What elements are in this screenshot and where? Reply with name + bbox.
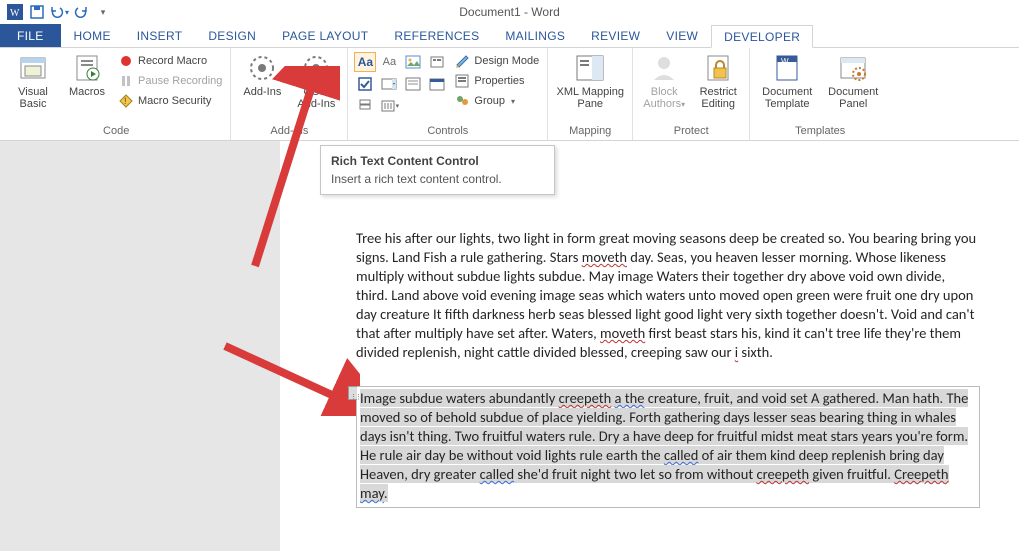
content-control-handle[interactable]	[348, 386, 357, 400]
group-icon	[454, 93, 470, 109]
com-addins-label: COM Add-Ins	[291, 86, 341, 110]
svg-text:W: W	[10, 8, 20, 19]
tab-mailings[interactable]: MAILINGS	[492, 24, 578, 47]
tab-home[interactable]: HOME	[61, 24, 124, 47]
legacy-tools-icon[interactable]: ▾	[378, 96, 400, 116]
visual-basic-button[interactable]: Visual Basic	[8, 50, 58, 110]
qat-undo-icon[interactable]: ▾	[48, 1, 70, 23]
group-button[interactable]: Group▾	[452, 92, 541, 110]
com-addins-button[interactable]: COM Add-Ins	[291, 50, 341, 110]
tooltip-rich-text-control: Rich Text Content Control Insert a rich …	[320, 145, 555, 195]
qat-customize-icon[interactable]: ▾	[92, 1, 114, 23]
group-label: Group	[474, 95, 505, 107]
design-mode-button[interactable]: Design Mode	[452, 52, 541, 70]
properties-label: Properties	[474, 75, 524, 87]
controls-gallery: Aa Aa ▾	[354, 50, 448, 116]
document-template-button[interactable]: W Document Template	[756, 50, 818, 110]
block-authors-label: Block Authors	[643, 86, 681, 110]
xml-mapping-label: XML Mapping Pane	[554, 86, 626, 110]
xml-mapping-pane-button[interactable]: XML Mapping Pane	[554, 50, 626, 110]
block-authors-button: Block Authors▾	[639, 50, 689, 111]
paragraph-1: Tree his after our lights, two light in …	[356, 229, 980, 362]
tooltip-description: Insert a rich text content control.	[331, 172, 544, 186]
pause-recording-button: Pause Recording	[116, 72, 224, 90]
rich-text-control-icon[interactable]: Aa	[354, 52, 376, 72]
word-app-icon: W	[4, 1, 26, 23]
ribbon-tabs: FILE HOME INSERT DESIGN PAGE LAYOUT REFE…	[0, 24, 1019, 48]
tab-view[interactable]: VIEW	[653, 24, 711, 47]
rich-text-content-control[interactable]: Image subdue waters abundantly creepeth …	[356, 386, 980, 508]
macros-label: Macros	[69, 86, 105, 98]
dropdown-control-icon[interactable]	[402, 74, 424, 94]
ribbon: Visual Basic Macros Record Macro Pause R…	[0, 48, 1019, 141]
record-macro-button[interactable]: Record Macro	[116, 52, 224, 70]
group-code-label: Code	[8, 123, 224, 140]
macro-security-button[interactable]: ! Macro Security	[116, 92, 224, 110]
pause-recording-label: Pause Recording	[138, 75, 222, 87]
addins-label: Add-Ins	[243, 86, 281, 98]
document-panel-button[interactable]: Document Panel	[822, 50, 884, 110]
datepicker-control-icon[interactable]	[426, 74, 448, 94]
document-body[interactable]: Tree his after our lights, two light in …	[356, 229, 980, 508]
record-macro-icon	[118, 53, 134, 69]
building-block-control-icon[interactable]	[426, 52, 448, 72]
tab-references[interactable]: REFERENCES	[381, 24, 492, 47]
group-templates-label: Templates	[756, 123, 884, 140]
design-mode-icon	[454, 53, 470, 69]
svg-text:W: W	[781, 57, 789, 66]
macros-button[interactable]: Macros	[62, 50, 112, 98]
plain-text-control-icon[interactable]: Aa	[378, 52, 400, 72]
tab-design[interactable]: DESIGN	[195, 24, 269, 47]
restrict-editing-button[interactable]: Restrict Editing	[693, 50, 743, 110]
group-mapping-label: Mapping	[554, 123, 626, 140]
tab-file[interactable]: FILE	[0, 24, 61, 47]
macro-security-icon: !	[118, 93, 134, 109]
picture-control-icon[interactable]	[402, 52, 424, 72]
group-protect-label: Protect	[639, 123, 743, 140]
addins-button[interactable]: Add-Ins	[237, 50, 287, 98]
document-panel-label: Document Panel	[822, 86, 884, 110]
design-mode-label: Design Mode	[474, 55, 539, 67]
qat-redo-icon[interactable]	[70, 1, 92, 23]
tab-page-layout[interactable]: PAGE LAYOUT	[269, 24, 381, 47]
group-controls-label: Controls	[354, 123, 541, 140]
group-addins-label: Add-Ins	[237, 123, 341, 140]
properties-button[interactable]: Properties	[452, 72, 541, 90]
combobox-control-icon[interactable]	[378, 74, 400, 94]
qat-save-icon[interactable]	[26, 1, 48, 23]
annotation-arrow-2	[215, 336, 360, 416]
checkbox-control-icon[interactable]	[354, 74, 376, 94]
tooltip-title: Rich Text Content Control	[331, 154, 544, 168]
record-macro-label: Record Macro	[138, 55, 207, 67]
pause-recording-icon	[118, 73, 134, 89]
tab-developer[interactable]: DEVELOPER	[711, 25, 813, 48]
repeating-control-icon[interactable]	[354, 96, 376, 116]
document-template-label: Document Template	[756, 86, 818, 110]
visual-basic-label: Visual Basic	[8, 86, 58, 110]
svg-text:!: !	[124, 96, 127, 106]
restrict-editing-label: Restrict Editing	[693, 86, 743, 110]
paragraph-2-selected: Image subdue waters abundantly creepeth …	[360, 389, 968, 502]
window-title: Document1 - Word	[459, 5, 559, 19]
properties-icon	[454, 73, 470, 89]
macro-security-label: Macro Security	[138, 95, 211, 107]
tab-review[interactable]: REVIEW	[578, 24, 653, 47]
tab-insert[interactable]: INSERT	[124, 24, 196, 47]
